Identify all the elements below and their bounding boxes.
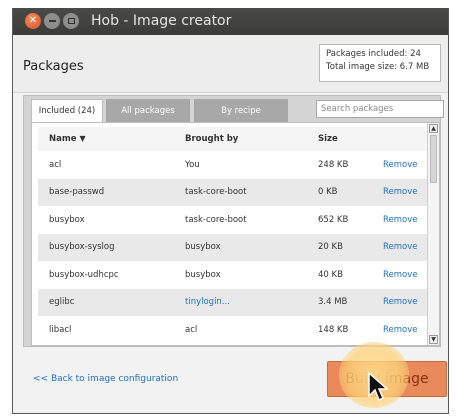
package-name: acl: [49, 159, 62, 170]
brought-by: busybox: [185, 269, 221, 280]
package-name: base-passwd: [49, 187, 105, 198]
remove-link[interactable]: Remove: [383, 297, 418, 307]
back-to-image-configuration-link[interactable]: << Back to image configuration: [33, 374, 178, 384]
column-header-name[interactable]: Name ▼: [49, 134, 86, 144]
table-row[interactable]: busybox-syslog busybox 20 KB Remove: [38, 233, 428, 261]
total-image-size-text: Total image size: 6.7 MB: [326, 62, 430, 72]
tab-included[interactable]: Included (24): [31, 99, 103, 122]
page-title: Packages: [23, 59, 84, 74]
package-size: 652 KB: [318, 214, 349, 225]
table-header-row: Name ▼ Brought by Size: [38, 127, 428, 151]
package-size: 148 KB: [318, 324, 349, 335]
scroll-down-icon[interactable]: ▼: [429, 335, 438, 344]
package-name: eglibc: [49, 297, 75, 308]
package-size: 20 KB: [318, 242, 343, 253]
table-row[interactable]: eglibc tinylogin... 3.4 MB Remove: [38, 288, 428, 316]
table-row[interactable]: libacl acl 148 KB Remove: [38, 316, 428, 344]
package-size: 40 KB: [318, 269, 343, 280]
table-row[interactable]: acl You 248 KB Remove: [38, 151, 428, 179]
package-list: Name ▼ Brought by Size acl You 248 KB Rem…: [31, 122, 440, 346]
column-header-brought-by[interactable]: Brought by: [185, 134, 238, 144]
brought-by: You: [185, 159, 200, 170]
package-name: busybox-udhcpc: [49, 269, 119, 280]
remove-link[interactable]: Remove: [383, 160, 418, 170]
packages-tab-frame: Included (24) All packages By recipe Sea…: [23, 95, 444, 347]
scrollbar-thumb[interactable]: [430, 135, 437, 183]
package-size: 3.4 MB: [318, 297, 348, 308]
remove-link[interactable]: Remove: [383, 325, 418, 335]
table-row[interactable]: busybox-udhcpc busybox 40 KB Remove: [38, 261, 428, 289]
brought-by-link[interactable]: tinylogin...: [185, 297, 230, 307]
package-name: busybox-syslog: [49, 242, 115, 253]
title-bar: ✕ Hob - Image creator: [13, 8, 448, 35]
package-name: busybox: [49, 214, 85, 225]
scroll-up-icon[interactable]: ▲: [429, 124, 438, 133]
mouse-pointer-icon: [368, 372, 389, 402]
table-row[interactable]: busybox task-core-boot 652 KB Remove: [38, 206, 428, 234]
packages-included-text: Packages included: 24: [326, 49, 421, 59]
vertical-scrollbar[interactable]: ▲ ▼: [427, 123, 439, 345]
package-table: Name ▼ Brought by Size acl You 248 KB Rem…: [38, 127, 428, 344]
remove-link[interactable]: Remove: [383, 242, 418, 252]
brought-by: task-core-boot: [185, 214, 247, 225]
minimize-window-icon[interactable]: [44, 13, 60, 29]
package-size: 0 KB: [318, 187, 338, 198]
brought-by: acl: [185, 324, 198, 335]
close-window-icon[interactable]: ✕: [25, 13, 41, 29]
table-row[interactable]: base-passwd task-core-boot 0 KB Remove: [38, 178, 428, 206]
tab-by-recipe[interactable]: By recipe: [194, 99, 288, 122]
package-name: libacl: [49, 324, 72, 335]
image-summary-box: Packages included: 24 Total image size: …: [319, 44, 441, 82]
brought-by: busybox: [185, 242, 221, 253]
maximize-window-icon[interactable]: [63, 13, 79, 29]
page-header: Packages Packages included: 24 Total ima…: [13, 35, 448, 93]
tab-bar: Included (24) All packages By recipe Sea…: [24, 96, 444, 122]
tab-all-packages[interactable]: All packages: [106, 99, 190, 122]
remove-link[interactable]: Remove: [383, 187, 418, 197]
window-title: Hob - Image creator: [91, 13, 232, 29]
brought-by: task-core-boot: [185, 187, 247, 198]
sort-descending-icon: ▼: [79, 134, 86, 143]
remove-link[interactable]: Remove: [383, 215, 418, 225]
column-header-size[interactable]: Size: [318, 134, 338, 144]
package-size: 248 KB: [318, 159, 349, 170]
search-packages-input[interactable]: Search packages: [316, 100, 444, 118]
remove-link[interactable]: Remove: [383, 270, 418, 280]
